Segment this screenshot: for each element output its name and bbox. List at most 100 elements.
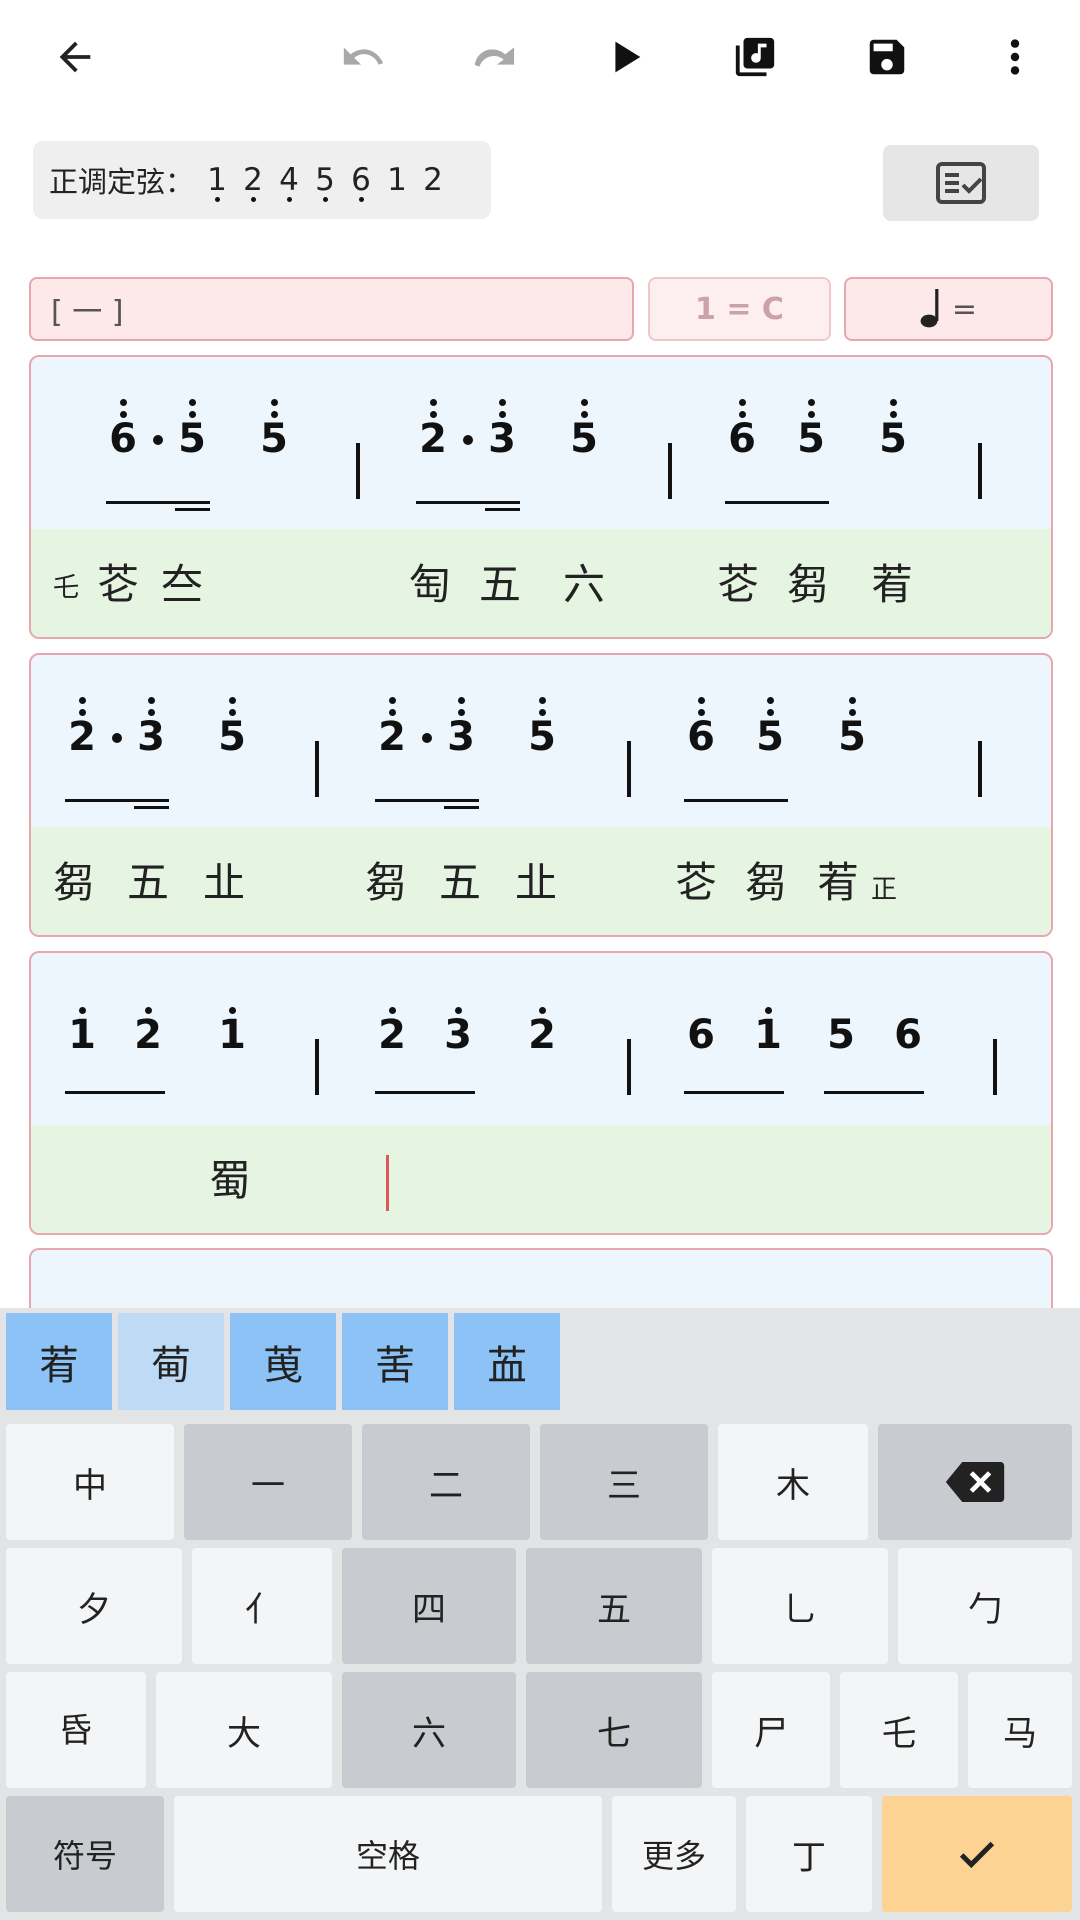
jianpu-note[interactable]: 5	[215, 697, 249, 761]
tab-char[interactable]: 五	[479, 557, 521, 613]
backspace-key[interactable]	[878, 1424, 1072, 1540]
score-measure-group[interactable]: 6 5 5 2 3 5 6 5 5 乇 芲 夳 匋 五 六 芲 芻 䒴	[29, 355, 1053, 639]
key[interactable]: 二	[362, 1424, 530, 1540]
jianpu-note[interactable]: 5	[824, 1011, 858, 1059]
key[interactable]: 五	[526, 1548, 702, 1664]
jianpu-note[interactable]: 2	[375, 697, 409, 761]
key[interactable]: 一	[184, 1424, 352, 1540]
play-button[interactable]	[590, 22, 660, 92]
key[interactable]: 乇	[840, 1672, 958, 1788]
jianpu-note[interactable]: 6	[725, 399, 759, 463]
key-signature-field[interactable]: 1 = C	[648, 277, 831, 341]
section-label-field[interactable]: [ 一 ]	[29, 277, 634, 341]
tab-char[interactable]: 五	[439, 855, 481, 911]
jianpu-note[interactable]: 6	[106, 399, 140, 463]
space-key[interactable]: 空格	[174, 1796, 602, 1912]
jianpu-note[interactable]: 1	[751, 1007, 785, 1059]
candidate-key[interactable]: 䒸	[454, 1313, 560, 1410]
key[interactable]: 六	[342, 1672, 516, 1788]
score-measure-group[interactable]: 2 3 5 2 3 5 6 5 5 芻 五 㐀 芻 五 㐀 芲 芻 䒴 正	[29, 653, 1053, 937]
symbols-key[interactable]: 符号	[6, 1796, 164, 1912]
key[interactable]: 丁	[746, 1796, 872, 1912]
jianpu-note[interactable]: 5	[175, 399, 209, 463]
score-measure-group[interactable]	[29, 1248, 1053, 1308]
jianpu-note[interactable]: 3	[441, 1007, 475, 1059]
tempo-field[interactable]: =	[844, 277, 1053, 341]
tab-char[interactable]: 㐀	[203, 855, 245, 911]
key[interactable]: 𠯑	[6, 1672, 146, 1788]
undo-button[interactable]	[328, 22, 398, 92]
more-options-button[interactable]	[980, 22, 1050, 92]
confirm-key[interactable]	[882, 1796, 1072, 1912]
jianpu-note[interactable]: 5	[753, 697, 787, 761]
tab-char[interactable]: 芻	[53, 855, 95, 911]
tablature-row[interactable]: 芻 五 㐀 芻 五 㐀 芲 芻 䒴 正	[31, 827, 1051, 935]
key[interactable]: 马	[968, 1672, 1072, 1788]
jianpu-note[interactable]: 3	[134, 697, 168, 761]
tab-char[interactable]: 乇	[53, 573, 79, 603]
jianpu-note[interactable]: 1	[215, 1007, 249, 1059]
tab-char[interactable]: 正	[871, 875, 897, 905]
jianpu-note[interactable]: 2	[65, 697, 99, 761]
key[interactable]: 亻	[192, 1548, 332, 1664]
key[interactable]: 三	[540, 1424, 708, 1540]
jianpu-note[interactable]: 2	[416, 399, 450, 463]
tab-char[interactable]: 㐀	[515, 855, 557, 911]
jianpu-note[interactable]: 5	[525, 697, 559, 761]
save-button[interactable]	[852, 22, 922, 92]
key[interactable]: 七	[526, 1672, 702, 1788]
key[interactable]: 乚	[712, 1548, 888, 1664]
jianpu-note[interactable]: 5	[835, 697, 869, 761]
jianpu-row[interactable]: 2 3 5 2 3 5 6 5 5	[31, 655, 1051, 827]
jianpu-note[interactable]: 1	[65, 1007, 99, 1059]
tab-char[interactable]: 匋	[409, 557, 451, 613]
jianpu-note[interactable]: 5	[567, 399, 601, 463]
key[interactable]: 大	[156, 1672, 332, 1788]
key[interactable]: 夕	[6, 1548, 182, 1664]
key[interactable]: 木	[718, 1424, 868, 1540]
candidate-key[interactable]: 䒶	[230, 1313, 336, 1410]
candidate-key[interactable]: 䒷	[342, 1313, 448, 1410]
jianpu-note[interactable]: 5	[257, 399, 291, 463]
key[interactable]: 四	[342, 1548, 516, 1664]
jianpu-note[interactable]: 6	[891, 1011, 925, 1059]
tab-char[interactable]: 芻	[365, 855, 407, 911]
tuning-display[interactable]: 正调定弦： 1 2 4 5 6 1 2	[33, 141, 491, 219]
jianpu-note[interactable]: 3	[485, 399, 519, 463]
more-key[interactable]: 更多	[612, 1796, 736, 1912]
tab-char[interactable]: 芻	[745, 855, 787, 911]
key[interactable]: 中	[6, 1424, 174, 1540]
tab-char[interactable]: 芲	[717, 557, 759, 613]
tab-char[interactable]: 䒴	[871, 557, 913, 613]
jianpu-note[interactable]: 5	[876, 399, 910, 463]
jianpu-note[interactable]: 2	[131, 1007, 165, 1059]
jianpu-note[interactable]: 6	[684, 1011, 718, 1059]
tab-char[interactable]: 五	[127, 855, 169, 911]
tab-char[interactable]: 芲	[675, 855, 717, 911]
tablature-row[interactable]: 乇 芲 夳 匋 五 六 芲 芻 䒴	[31, 529, 1051, 637]
jianpu-note[interactable]: 5	[794, 399, 828, 463]
key[interactable]: 尸	[712, 1672, 830, 1788]
key[interactable]: 勹	[898, 1548, 1072, 1664]
tab-char[interactable]: 芲	[97, 557, 139, 613]
candidate-key[interactable]: 䒴	[6, 1313, 112, 1410]
jianpu-row[interactable]: 1 2 1 2 3 2 6 1 5 6	[31, 953, 1051, 1125]
back-button[interactable]	[40, 22, 110, 92]
redo-button[interactable]	[458, 22, 528, 92]
jianpu-row[interactable]: 6 5 5 2 3 5 6 5 5	[31, 357, 1051, 529]
tab-char[interactable]: 六	[563, 557, 605, 613]
checklist-button[interactable]	[883, 145, 1039, 221]
jianpu-note[interactable]: 2	[375, 1007, 409, 1059]
tablature-row[interactable]: 蜀	[31, 1125, 1051, 1233]
tab-char[interactable]: 芻	[787, 557, 829, 613]
music-library-button[interactable]	[720, 22, 790, 92]
jianpu-note[interactable]: 2	[525, 1007, 559, 1059]
tab-char[interactable]: 䒴	[817, 855, 859, 911]
score-measure-group[interactable]: 1 2 1 2 3 2 6 1 5 6 蜀	[29, 951, 1053, 1235]
jianpu-note[interactable]: 6	[684, 697, 718, 761]
save-icon	[869, 39, 905, 75]
tab-char[interactable]: 夳	[161, 557, 203, 613]
candidate-key[interactable]: 䓒	[118, 1313, 224, 1410]
jianpu-note[interactable]: 3	[444, 697, 478, 761]
tab-char[interactable]: 蜀	[209, 1153, 251, 1209]
